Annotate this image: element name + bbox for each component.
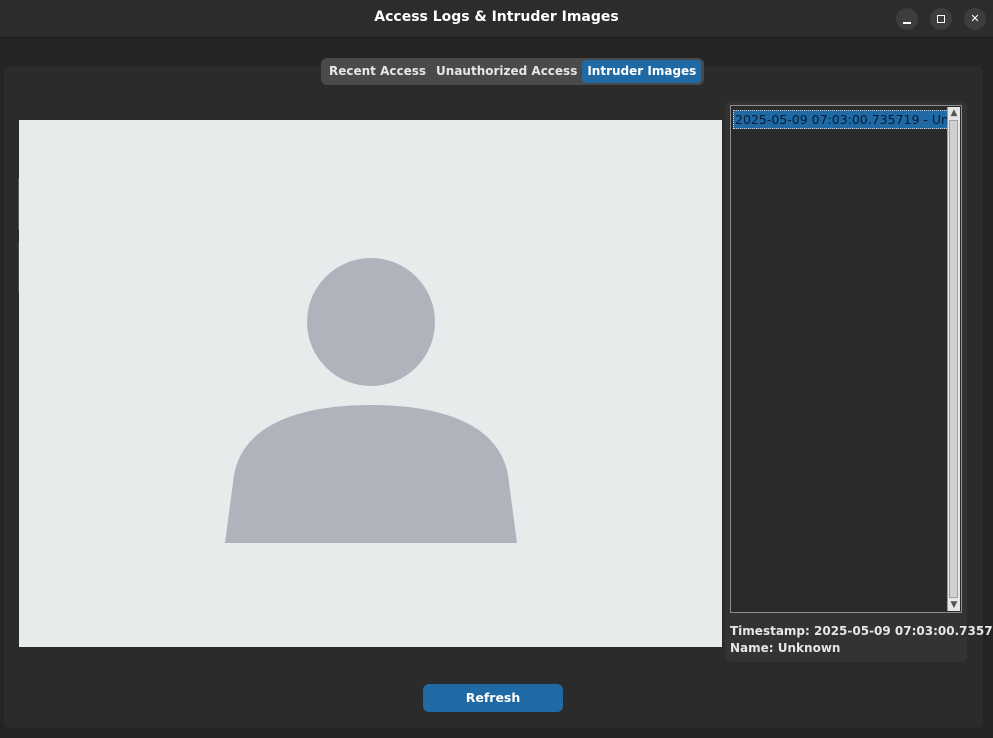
title-bar[interactable]: Access Logs & Intruder Images ✕ [0,0,993,38]
user-placeholder-icon [225,258,517,543]
intruder-image [19,120,722,647]
name-label: Name: Unknown [730,641,841,655]
close-button[interactable]: ✕ [964,8,986,30]
maximize-icon [937,15,945,23]
close-icon: ✕ [970,12,980,25]
scroll-up-icon[interactable]: ▲ [948,107,960,119]
listbox-viewport: 2025-05-09 07:03:00.735719 - Unknown [732,107,949,611]
list-item[interactable]: 2025-05-09 07:03:00.735719 - Unknown [733,110,949,129]
tab-intruder-images[interactable]: Intruder Images [582,60,702,83]
maximize-button[interactable] [930,8,952,30]
vertical-scrollbar[interactable]: ▲ ▼ [947,107,960,611]
tab-unauthorized-access[interactable]: Unauthorized Access [431,60,582,83]
scrollbar-thumb[interactable] [949,120,958,598]
refresh-button[interactable]: Refresh [423,684,563,712]
app-window: Access Logs & Intruder Images ✕ Recent A… [0,0,993,738]
tab-recent-access[interactable]: Recent Access [324,60,431,83]
minimize-button[interactable] [896,8,918,30]
intruder-listbox[interactable]: 2025-05-09 07:03:00.735719 - Unknown ▲ ▼ [730,105,962,613]
scroll-down-icon[interactable]: ▼ [948,599,960,611]
timestamp-label: Timestamp: 2025-05-09 07:03:00.735719 [730,624,993,638]
window-title: Access Logs & Intruder Images [374,9,619,25]
minimize-icon [903,22,911,24]
tab-bar: Recent Access Unauthorized Access Intrud… [321,58,705,85]
